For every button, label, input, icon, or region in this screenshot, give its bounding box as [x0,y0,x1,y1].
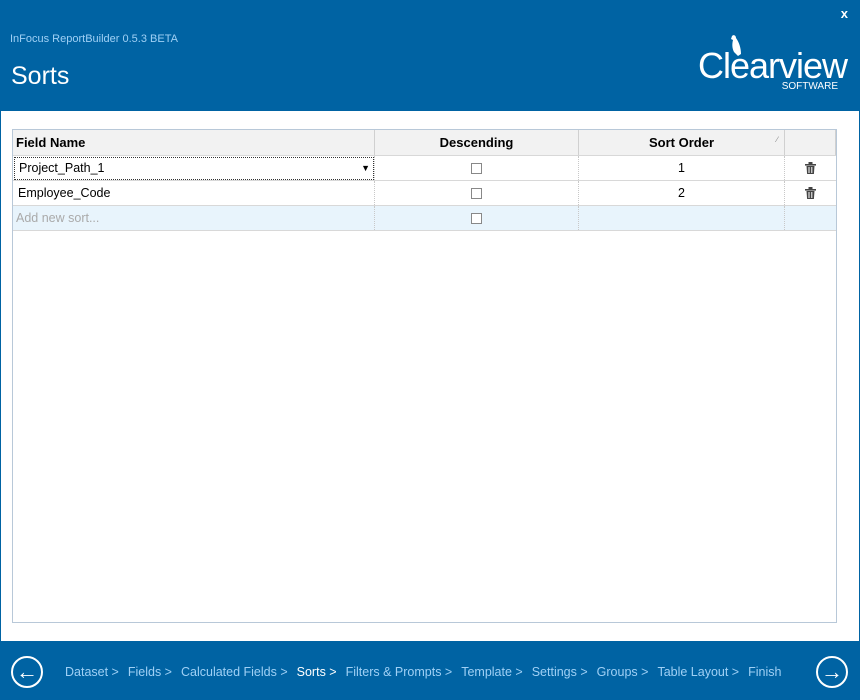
sort-indicator-icon: ∕ [776,135,778,144]
sort-order-cell[interactable]: 1 [579,156,785,180]
field-name-dropdown[interactable]: Project_Path_1 ▼ [14,156,374,180]
logo-wordmark: Clearview [698,45,848,86]
table-row: Project_Path_1 ▼ 1 [13,156,836,181]
close-button[interactable]: x [841,6,848,21]
new-sort-row: Add new sort... [13,206,836,231]
step-settings[interactable]: Settings > [532,665,588,679]
content-area: Field Name Descending Sort Order ∕ Projec… [1,111,859,641]
bird-icon [731,35,741,56]
app-name: InFocus ReportBuilder 0.5.3 BETA [10,33,178,45]
arrow-right-icon: → [821,659,843,684]
wizard-nav: ← Dataset > Fields > Calculated Fields > So… [0,655,860,689]
step-calculated-fields[interactable]: Calculated Fields > [181,665,288,679]
descending-checkbox[interactable] [471,187,482,199]
sorts-grid: Field Name Descending Sort Order ∕ Projec… [12,129,837,623]
header-field-name[interactable]: Field Name [13,130,375,155]
header-descending[interactable]: Descending [375,130,579,155]
add-new-sort-input[interactable]: Add new sort... [13,206,375,230]
back-button[interactable]: ← [11,656,43,688]
header-sort-order[interactable]: Sort Order ∕ [579,130,785,155]
step-filters-prompts[interactable]: Filters & Prompts > [346,665,453,679]
header-sort-order-label: Sort Order [648,135,714,150]
step-table-layout[interactable]: Table Layout > [657,665,739,679]
sort-order-cell[interactable]: 2 [579,181,785,205]
step-fields[interactable]: Fields > [128,665,172,679]
trash-icon[interactable] [805,162,816,174]
descending-checkbox[interactable] [471,162,482,174]
step-sorts[interactable]: Sorts > [297,665,337,679]
table-row: Employee_Code 2 [13,181,836,206]
step-finish[interactable]: Finish [748,665,781,679]
grid-header: Field Name Descending Sort Order ∕ [13,130,836,156]
wizard-steps: Dataset > Fields > Calculated Fields > Sort… [65,665,790,679]
field-name-value: Project_Path_1 [19,161,105,175]
field-name-cell[interactable]: Employee_Code [13,181,375,205]
trash-icon[interactable] [805,187,816,199]
descending-checkbox[interactable] [471,212,482,224]
step-groups[interactable]: Groups > [597,665,649,679]
arrow-left-icon: ← [16,659,38,684]
clearview-logo: Clearview SOFTWARE [698,34,848,96]
next-button[interactable]: → [816,656,848,688]
step-template[interactable]: Template > [461,665,523,679]
chevron-down-icon: ▼ [361,163,370,173]
header-actions [785,130,836,155]
step-dataset[interactable]: Dataset > [65,665,119,679]
page-title: Sorts [11,62,70,90]
sort-order-cell[interactable] [579,206,785,230]
